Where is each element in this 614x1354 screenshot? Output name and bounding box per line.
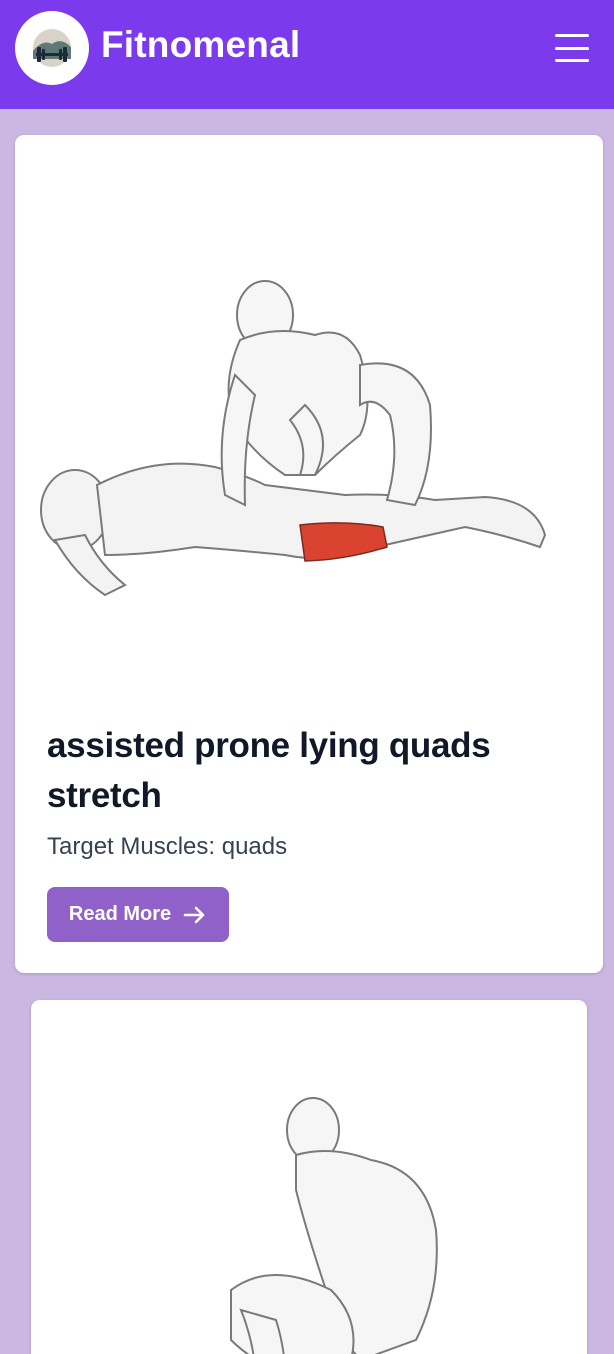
logo[interactable] [15,11,89,85]
dumbbell-icon [33,29,71,67]
read-more-button[interactable]: Read More [47,887,229,942]
menu-line [555,34,589,37]
top-navbar: Fitnomenal [0,0,614,109]
brand-name[interactable]: Fitnomenal [101,24,300,66]
hamburger-menu-icon[interactable] [552,30,592,66]
exercise-card: assisted prone lying quads stretch Targe… [15,135,603,973]
menu-line [555,46,589,50]
card-title[interactable]: assisted prone lying quads stretch [47,721,567,821]
exercise-card [31,1000,587,1354]
arrow-right-icon [183,906,205,923]
menu-line [555,59,589,62]
read-more-label: Read More [68,903,172,925]
stretch-illustration [230,1097,438,1354]
target-muscles: Target Muscles: quads [47,833,288,860]
stretch-illustration [40,280,547,597]
